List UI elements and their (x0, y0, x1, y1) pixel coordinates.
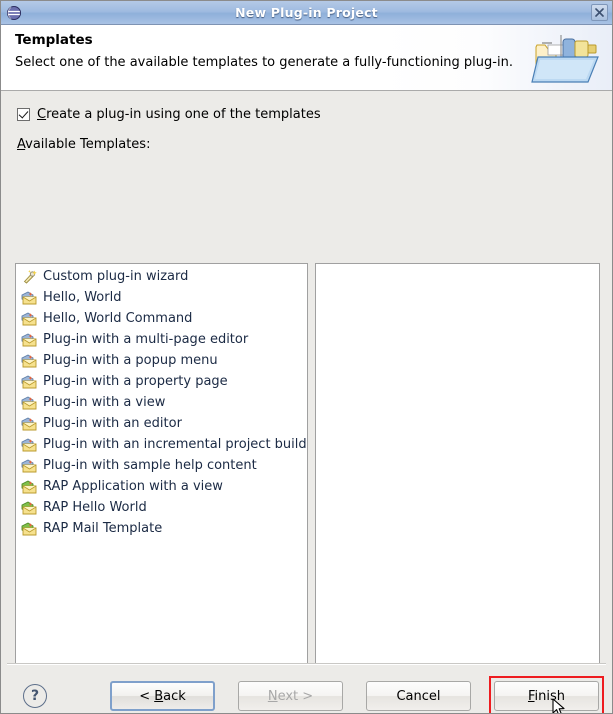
plugin-template-icon (21, 290, 37, 306)
list-item-label: Plug-in with a property page (43, 374, 228, 389)
list-item-label: Hello, World Command (43, 311, 193, 326)
plugin-template-icon (21, 353, 37, 369)
finish-button[interactable]: Finish (494, 681, 599, 711)
list-item[interactable]: Plug-in with sample help content (16, 455, 307, 476)
list-item[interactable]: RAP Hello World (16, 497, 307, 518)
back-prefix: < (139, 688, 155, 704)
templates-list-pane: Custom plug-in wizard Hello, World Hello, … (15, 263, 308, 688)
list-item[interactable]: RAP Mail Template (16, 518, 307, 539)
plugin-template-icon (21, 311, 37, 327)
list-item-label: RAP Hello World (43, 500, 147, 515)
list-item[interactable]: Plug-in with an incremental project buil… (16, 434, 307, 455)
templates-list[interactable]: Custom plug-in wizard Hello, World Hello, … (16, 264, 307, 671)
cancel-button[interactable]: Cancel (366, 681, 471, 711)
wizard-wand-icon (21, 269, 37, 285)
finish-button-label: Finish (528, 689, 565, 704)
help-icon[interactable]: ? (23, 684, 47, 708)
list-item[interactable]: Plug-in with a view (16, 392, 307, 413)
list-item-label: Plug-in with a popup menu (43, 353, 218, 368)
list-item[interactable]: Plug-in with an editor (16, 413, 307, 434)
create-checkbox-text: reate a plug-in using one of the templat… (46, 107, 321, 122)
next-button: Next > (238, 681, 343, 711)
dialog-window: New Plug-in Project Templates Select one… (0, 0, 613, 714)
dialog-footer: ? < Back Next > Cancel Finish (1, 663, 612, 713)
templates-panes: Custom plug-in wizard Hello, World Hello, … (15, 263, 600, 688)
finish-button-wrapper: Finish (489, 676, 604, 713)
plugin-folder-icon (530, 29, 602, 87)
cancel-button-label: Cancel (396, 688, 441, 704)
create-plugin-checkbox[interactable] (17, 108, 30, 121)
list-item[interactable]: Custom plug-in wizard (16, 266, 307, 287)
plugin-template-icon (21, 458, 37, 474)
list-item-label: Custom plug-in wizard (43, 269, 189, 284)
dialog-body: Create a plug-in using one of the templa… (1, 107, 612, 688)
plugin-template-icon (21, 437, 37, 453)
back-button[interactable]: < Back (110, 681, 215, 711)
close-glyph (595, 8, 604, 17)
back-button-label: < Back (139, 689, 186, 704)
list-item-label: Plug-in with a view (43, 395, 166, 410)
plugin-template-icon (21, 395, 37, 411)
create-plugin-checkbox-row[interactable]: Create a plug-in using one of the templa… (17, 107, 612, 122)
list-item-label: Hello, World (43, 290, 122, 305)
list-item-label: Plug-in with an incremental project buil… (43, 437, 307, 452)
list-item-label: RAP Application with a view (43, 479, 223, 494)
list-item[interactable]: RAP Application with a view (16, 476, 307, 497)
plugin-template-icon (21, 374, 37, 390)
cancel-button-wrapper: Cancel (361, 676, 476, 713)
page-title: Templates (15, 32, 93, 48)
create-plugin-checkbox-label: Create a plug-in using one of the templa… (37, 107, 321, 122)
template-description-pane (315, 263, 600, 680)
next-button-wrapper: Next > (233, 676, 348, 713)
title-bar: New Plug-in Project (1, 1, 612, 25)
list-item-label: Plug-in with a multi-page editor (43, 332, 249, 347)
back-rest: ack (163, 688, 186, 704)
list-item[interactable]: Plug-in with a property page (16, 371, 307, 392)
rap-template-icon (21, 521, 37, 537)
list-item-label: Plug-in with an editor (43, 416, 182, 431)
close-icon[interactable] (591, 4, 608, 21)
finish-rest: inish (534, 688, 566, 704)
available-templates-text: vailable Templates: (25, 137, 151, 152)
available-templates-label: Available Templates: (17, 137, 612, 152)
back-mnemonic: B (154, 688, 164, 704)
next-button-label: Next > (268, 689, 313, 704)
list-item[interactable]: Plug-in with a popup menu (16, 350, 307, 371)
list-item[interactable]: Plug-in with a multi-page editor (16, 329, 307, 350)
create-checkbox-mnemonic: C (37, 107, 47, 122)
eclipse-globe-icon (6, 5, 22, 21)
list-item[interactable]: Hello, World (16, 287, 307, 308)
rap-template-icon (21, 479, 37, 495)
back-button-wrapper: < Back (105, 676, 220, 713)
help-glyph: ? (30, 688, 40, 704)
list-item[interactable]: Hello, World Command (16, 308, 307, 329)
footer-button-group: < Back Next > Cancel Finish (105, 676, 604, 713)
rap-template-icon (21, 500, 37, 516)
available-templates-mnemonic: A (17, 137, 26, 152)
next-rest: ext > (277, 688, 314, 704)
list-item-label: Plug-in with sample help content (43, 458, 257, 473)
window-title: New Plug-in Project (235, 5, 378, 20)
list-item-label: RAP Mail Template (43, 521, 163, 536)
plugin-template-icon (21, 416, 37, 432)
footer-separator (7, 663, 606, 664)
wizard-header: Templates Select one of the available te… (1, 25, 612, 91)
plugin-template-icon (21, 332, 37, 348)
page-description: Select one of the available templates to… (15, 55, 513, 70)
next-mnemonic: N (267, 688, 278, 704)
